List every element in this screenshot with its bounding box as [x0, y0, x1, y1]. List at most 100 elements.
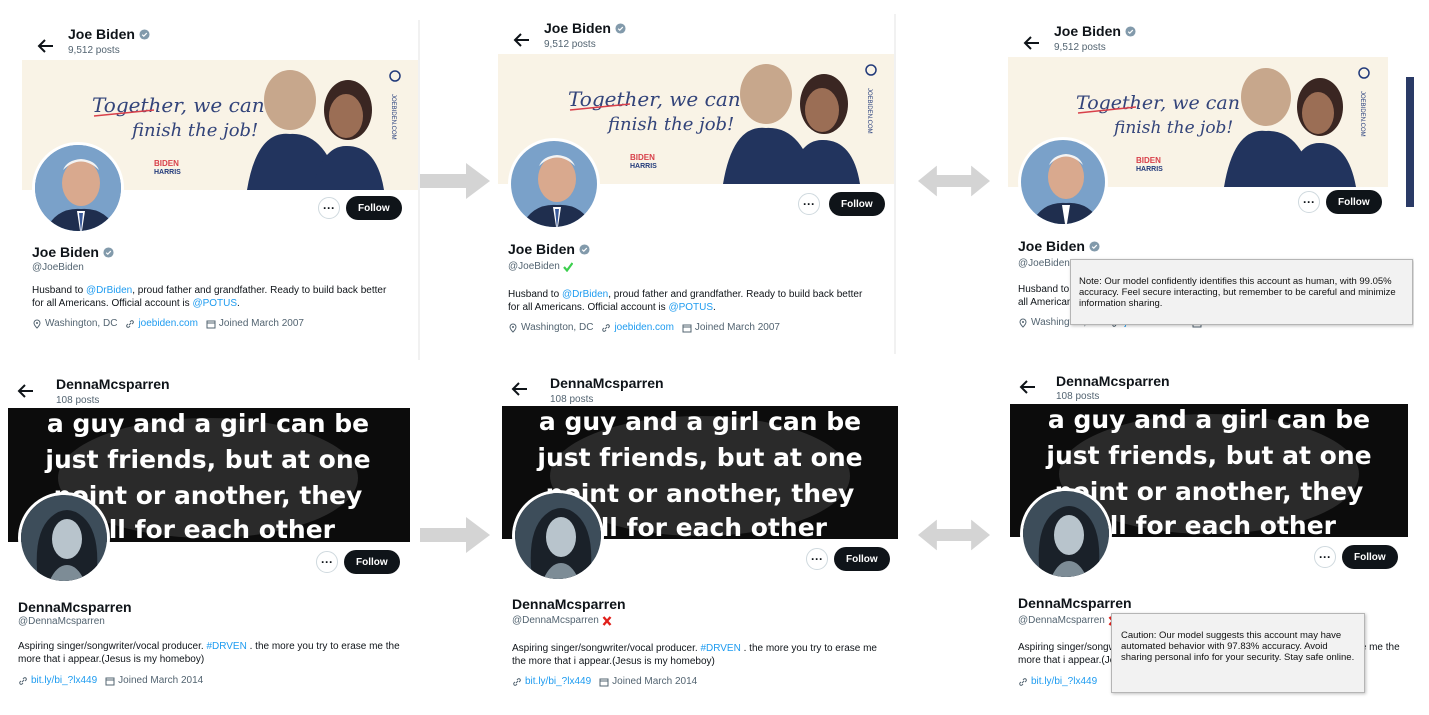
follow-button[interactable]: Follow [829, 192, 885, 216]
profile-header: DennaMcsparren 108 posts [8, 374, 410, 408]
avatar[interactable] [508, 138, 600, 230]
panel-edge [894, 14, 896, 354]
avatar[interactable] [18, 492, 110, 584]
back-arrow-icon[interactable] [1020, 31, 1044, 55]
more-options-button[interactable]: ··· [798, 193, 820, 215]
link-icon [513, 677, 521, 686]
avatar[interactable] [1018, 137, 1108, 227]
svg-text:JOEBIDEN.COM: JOEBIDEN.COM [866, 88, 872, 134]
avatar[interactable] [1020, 488, 1112, 580]
more-options-button[interactable]: ··· [316, 551, 338, 573]
profile-name: Joe Biden [32, 244, 114, 260]
svg-text:just friends, but at one: just friends, but at one [536, 443, 862, 472]
more-options-button[interactable]: ··· [806, 548, 828, 570]
follow-button[interactable]: Follow [834, 547, 890, 571]
svg-text:just friends, but at one: just friends, but at one [44, 445, 370, 474]
website-link[interactable]: bit.ly/bi_?lx449 [1031, 676, 1097, 687]
back-arrow-icon[interactable] [510, 28, 534, 52]
back-arrow-icon[interactable] [34, 34, 58, 58]
header-name: Joe Biden [544, 20, 626, 36]
calendar-icon [682, 324, 692, 332]
svg-text:fall for each other: fall for each other [81, 515, 336, 542]
adjacent-panel-sliver [1406, 77, 1414, 207]
biden-profile-original: Joe Biden 9,512 posts Together, we can f… [22, 20, 420, 360]
svg-text:fall for each other: fall for each other [573, 513, 828, 539]
bio-hashtag-link[interactable]: #DRVEN [206, 641, 246, 652]
avatar[interactable] [32, 142, 124, 234]
back-arrow-icon[interactable] [1016, 375, 1040, 399]
bot-warning-icon [602, 615, 612, 626]
post-count: 108 posts [56, 395, 100, 406]
post-count: 9,512 posts [68, 45, 120, 56]
human-note-popup: Note: Our model confidently identifies t… [1070, 259, 1413, 325]
post-count: 9,512 posts [544, 39, 596, 50]
svg-text:finish the job!: finish the job! [130, 120, 258, 141]
location-icon [509, 323, 517, 333]
svg-text:HARRIS: HARRIS [154, 169, 181, 176]
avatar-image [515, 493, 601, 579]
svg-text:a guy and a girl can be: a guy and a girl can be [1048, 405, 1370, 434]
more-options-button[interactable]: ··· [1314, 546, 1336, 568]
avatar-image [1023, 491, 1109, 577]
profile-meta: bit.ly/bi_?lx449 Joined March 2014 [18, 675, 203, 686]
right-arrow-icon [420, 517, 490, 553]
website-link[interactable]: bit.ly/bi_?lx449 [525, 676, 591, 687]
profile-name: Joe Biden [508, 241, 590, 257]
link-icon [602, 323, 611, 332]
svg-text:finish the job!: finish the job! [606, 114, 734, 135]
header-name: DennaMcsparren [550, 375, 664, 391]
follow-button[interactable]: Follow [1342, 545, 1398, 569]
svg-text:HARRIS: HARRIS [630, 163, 657, 170]
follow-button[interactable]: Follow [346, 196, 402, 220]
profile-meta: Washington, DC joebiden.com Joined March… [508, 322, 780, 333]
denna-profile-original: DennaMcsparren 108 posts a guy and a gir… [8, 374, 410, 704]
website-link[interactable]: bit.ly/bi_?lx449 [31, 675, 97, 686]
back-arrow-icon[interactable] [508, 377, 532, 401]
profile-meta: bit.ly/bi_?lx449 Joined March 2014 [512, 676, 697, 687]
calendar-icon [206, 320, 216, 328]
bio-mention-link[interactable]: @DrBiden [562, 289, 608, 300]
follow-button[interactable]: Follow [344, 550, 400, 574]
svg-text:just friends, but at one: just friends, but at one [1045, 441, 1371, 470]
more-options-button[interactable]: ··· [1298, 191, 1320, 213]
bio-mention-link[interactable]: @POTUS [192, 298, 237, 309]
website-link[interactable]: joebiden.com [614, 322, 673, 333]
svg-text:BIDEN: BIDEN [1136, 156, 1161, 165]
post-count: 108 posts [550, 394, 594, 405]
denna-profile-with-caution: DennaMcsparren 108 posts a guy and a gir… [1010, 370, 1408, 704]
svg-text:JOEBIDEN.COM: JOEBIDEN.COM [1359, 91, 1365, 137]
profile-handle: @JoeBiden [32, 262, 84, 273]
profile-bio: Aspiring singer/songwriter/vocal produce… [512, 643, 877, 667]
website-link[interactable]: joebiden.com [138, 318, 197, 329]
follow-button[interactable]: Follow [1326, 190, 1382, 214]
svg-text:point or another, they: point or another, they [546, 479, 855, 508]
svg-text:a guy and a girl can be: a guy and a girl can be [539, 407, 861, 436]
profile-bio: Husband to @DrBiden, proud father and gr… [32, 285, 387, 309]
svg-text:point or another, they: point or another, they [1055, 477, 1364, 506]
profile-meta: bit.ly/bi_?lx449 [1018, 676, 1097, 687]
avatar[interactable] [512, 490, 604, 582]
bio-mention-link[interactable]: @POTUS [668, 302, 713, 313]
avatar-image [1021, 140, 1105, 224]
location-icon [1019, 318, 1027, 328]
profile-handle: @DennaMcsparren [1018, 615, 1118, 626]
bio-hashtag-link[interactable]: #DRVEN [700, 643, 740, 654]
back-arrow-icon[interactable] [14, 379, 38, 403]
profile-header: DennaMcsparren 108 posts [1010, 370, 1408, 404]
verified-icon [1125, 25, 1136, 37]
header-name: DennaMcsparren [56, 376, 170, 392]
svg-text:a guy and a girl can be: a guy and a girl can be [47, 409, 369, 438]
profile-handle: @DennaMcsparren [512, 615, 612, 626]
avatar-image [511, 141, 597, 227]
link-icon [19, 676, 27, 685]
bio-mention-link[interactable]: @DrBiden [86, 285, 132, 296]
profile-handle: @JoeBiden [508, 261, 573, 272]
more-options-button[interactable]: ··· [318, 197, 340, 219]
svg-text:HARRIS: HARRIS [1136, 166, 1163, 173]
profile-name: Joe Biden [1018, 238, 1100, 254]
location-icon [33, 319, 41, 329]
verified-icon [103, 246, 114, 258]
link-icon [126, 319, 135, 328]
svg-text:BIDEN: BIDEN [154, 159, 179, 168]
post-count: 108 posts [1056, 391, 1100, 402]
